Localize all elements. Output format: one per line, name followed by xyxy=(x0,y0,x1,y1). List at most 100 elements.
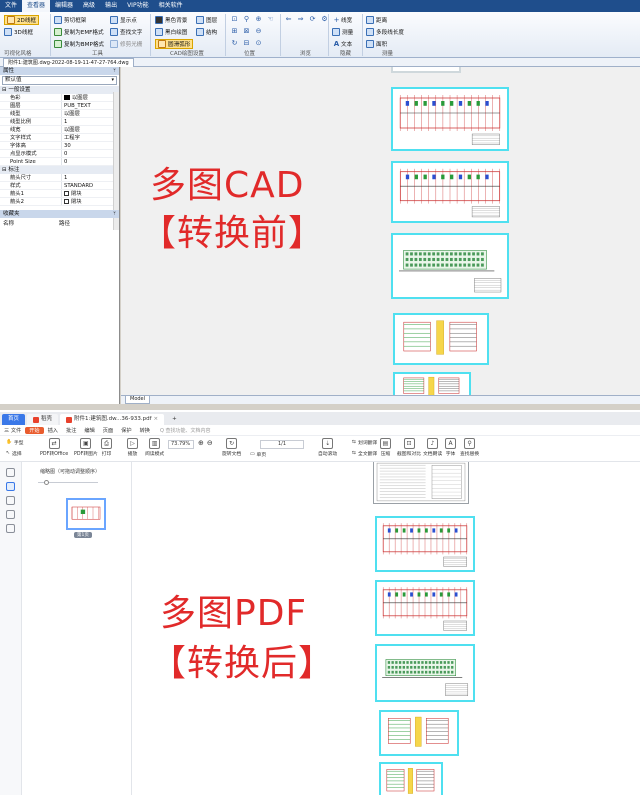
property-row[interactable]: 线型 以图层 xyxy=(0,110,119,118)
play-button[interactable]: ▷ 播放 xyxy=(127,438,138,457)
favorites-col-name[interactable]: 名称 xyxy=(3,219,59,227)
find-replace-button[interactable]: ⚲ 查找替换 xyxy=(460,438,479,457)
distance-button[interactable]: 距离 xyxy=(366,15,387,25)
cad-document-tab[interactable]: 附件1:建筑图.dwg-2022-08-19-11-47-27-764.dwg xyxy=(3,58,134,67)
cad-menu-related[interactable]: 相关软件 xyxy=(154,0,188,12)
pin-icon[interactable]: ᛘ xyxy=(113,210,116,218)
black-white-button[interactable]: 黑白绘图 xyxy=(155,27,187,37)
property-value[interactable]: PUB_TEXT xyxy=(62,102,119,109)
zoom-out-icon[interactable]: ⊖ xyxy=(254,26,263,36)
property-row[interactable]: 箭头2 閉块 xyxy=(0,198,119,206)
pdf-menu-insert[interactable]: 插入 xyxy=(44,427,62,434)
new-tab-button[interactable]: + xyxy=(166,414,183,425)
measure-button[interactable]: 测量 xyxy=(332,27,353,37)
black-background-button[interactable]: 黑色背景 xyxy=(155,15,187,25)
polyline-length-button[interactable]: 多段线长度 xyxy=(366,27,404,37)
favorites-col-path[interactable]: 路径 xyxy=(59,219,115,227)
pdf-menu-convert[interactable]: 转换 xyxy=(136,427,154,434)
screenshot-compare-button[interactable]: ⊡ 截图和对比 xyxy=(397,438,421,457)
fit-icon[interactable]: ⊠ xyxy=(242,26,251,36)
pdf-menu-protect[interactable]: 保护 xyxy=(117,427,135,434)
comment-icon[interactable] xyxy=(6,496,15,505)
show-points-button[interactable]: 显示点 xyxy=(110,15,137,25)
cad-menu-vip[interactable]: VIP功能 xyxy=(122,0,154,12)
pdf-menu-file[interactable]: 三 文件 xyxy=(0,427,25,434)
word-translate-button[interactable]: ⇆ 划词翻译 xyxy=(352,439,377,446)
zoom-in-icon[interactable]: ⊕ xyxy=(254,14,263,24)
property-value[interactable]: 1 xyxy=(62,118,119,125)
property-value[interactable]: 閉块 xyxy=(62,190,119,197)
zoom-real-icon[interactable]: ⊙ xyxy=(254,38,263,48)
cad-menu-output[interactable]: 输出 xyxy=(100,0,122,12)
property-value[interactable]: 工程字 xyxy=(62,134,119,141)
thumbnail-page-1[interactable] xyxy=(66,498,106,530)
view-2d-button[interactable]: 2D线框 xyxy=(4,15,40,25)
property-row[interactable]: 样式 STANDARD xyxy=(0,182,119,190)
page-number-input[interactable]: 1/1 xyxy=(260,440,304,449)
properties-combo[interactable]: 默认值 xyxy=(2,76,117,85)
property-value[interactable]: 0 xyxy=(62,158,119,165)
property-row[interactable]: 线宽 以图层 xyxy=(0,126,119,134)
rotate-icon[interactable]: ↻ xyxy=(230,38,239,48)
read-aloud-button[interactable]: ♪ 文档朗读 xyxy=(423,438,442,457)
cad-menu-file[interactable]: 文件 xyxy=(0,0,22,12)
property-row[interactable]: 点显示模式 0 xyxy=(0,150,119,158)
cad-menu-viewer[interactable]: 查看器 xyxy=(22,0,51,12)
layer-button[interactable]: 图层 xyxy=(196,15,217,25)
property-row[interactable]: 图层 PUB_TEXT xyxy=(0,102,119,110)
zoom-icon[interactable]: ⚲ xyxy=(242,14,251,24)
section-general[interactable]: ⊟ 一般设置 xyxy=(0,86,119,94)
thumbnail-icon[interactable] xyxy=(6,482,15,491)
property-value[interactable]: 閉块 xyxy=(62,198,119,205)
property-row[interactable]: 字体高 30 xyxy=(0,142,119,150)
arrow-right-icon[interactable]: ⇒ xyxy=(296,14,305,24)
pin-icon[interactable]: ᛘ xyxy=(113,67,116,75)
property-value[interactable]: 以图层 xyxy=(62,110,119,117)
property-row[interactable]: 文字样式 工程字 xyxy=(0,134,119,142)
property-value[interactable]: 以图层 xyxy=(62,94,119,101)
find-text-button[interactable]: 查找文字 xyxy=(110,27,142,37)
hand-tool-button[interactable]: ✋ 手型 xyxy=(6,439,24,446)
refresh-icon[interactable]: ⟳ xyxy=(308,14,317,24)
area-button[interactable]: 面积 xyxy=(366,39,387,49)
zoom-window-icon[interactable]: ⊡ xyxy=(230,14,239,24)
copy-bmp-button[interactable]: 复制为BMP格式 xyxy=(54,39,104,49)
tab-home[interactable]: 首页 xyxy=(2,414,26,425)
property-value[interactable]: 0 xyxy=(62,150,119,157)
property-value[interactable]: 以图层 xyxy=(62,126,119,133)
pan-icon[interactable]: ☜ xyxy=(266,14,275,24)
line-width-button[interactable]: + 线宽 xyxy=(332,15,353,25)
model-tab[interactable]: Model xyxy=(125,396,151,404)
rotate-doc-button[interactable]: ↻ 旋转文档 xyxy=(222,438,241,457)
property-row[interactable]: 色彩 以图层 xyxy=(0,94,119,102)
property-row[interactable]: 箭头尺寸 1 xyxy=(0,174,119,182)
property-value[interactable]: 1 xyxy=(62,174,119,181)
section-dimension[interactable]: ⊟ 标注 xyxy=(0,166,119,174)
tab-pdf-document[interactable]: 附件1:建筑图.dw...36-933.pdf × xyxy=(60,414,165,425)
signature-icon[interactable] xyxy=(6,524,15,533)
property-value[interactable]: STANDARD xyxy=(62,182,119,189)
attachment-icon[interactable] xyxy=(6,510,15,519)
pdf-menu-annotate[interactable]: 批注 xyxy=(62,427,80,434)
single-page-button[interactable]: ▭ 单页 xyxy=(250,451,266,458)
clip-frame-button[interactable]: 剪切框架 xyxy=(54,15,86,25)
auto-scroll-button[interactable]: ⇣ 自动滚动 xyxy=(318,438,337,457)
copy-emf-button[interactable]: 复制为EMF格式 xyxy=(54,27,104,37)
cad-menu-advanced[interactable]: 高级 xyxy=(78,0,100,12)
text-button[interactable]: A 文本 xyxy=(332,39,352,49)
close-icon[interactable]: × xyxy=(154,414,159,425)
cad-menu-editor[interactable]: 编辑器 xyxy=(50,0,78,12)
property-row[interactable]: 箭头1 閉块 xyxy=(0,190,119,198)
pdf-menu-start[interactable]: 开始 xyxy=(25,426,44,434)
font-button[interactable]: A 字体 xyxy=(445,438,456,457)
zoom-level-input[interactable]: 73.79% xyxy=(168,440,194,449)
view-3d-button[interactable]: 3D线框 xyxy=(4,27,33,37)
select-tool-button[interactable]: ↖ 选择 xyxy=(6,450,22,457)
zoom-in-icon[interactable]: ⊕ xyxy=(198,439,204,447)
zoom-extents-icon[interactable]: ⊞ xyxy=(230,26,239,36)
compress-button[interactable]: ▤ 压缩 xyxy=(380,438,391,457)
bookmark-icon[interactable] xyxy=(6,468,15,477)
zoom-out-icon[interactable]: ⊖ xyxy=(207,439,213,447)
property-row[interactable]: 线型比例 1 xyxy=(0,118,119,126)
pdf-menu-edit[interactable]: 编辑 xyxy=(80,427,98,434)
